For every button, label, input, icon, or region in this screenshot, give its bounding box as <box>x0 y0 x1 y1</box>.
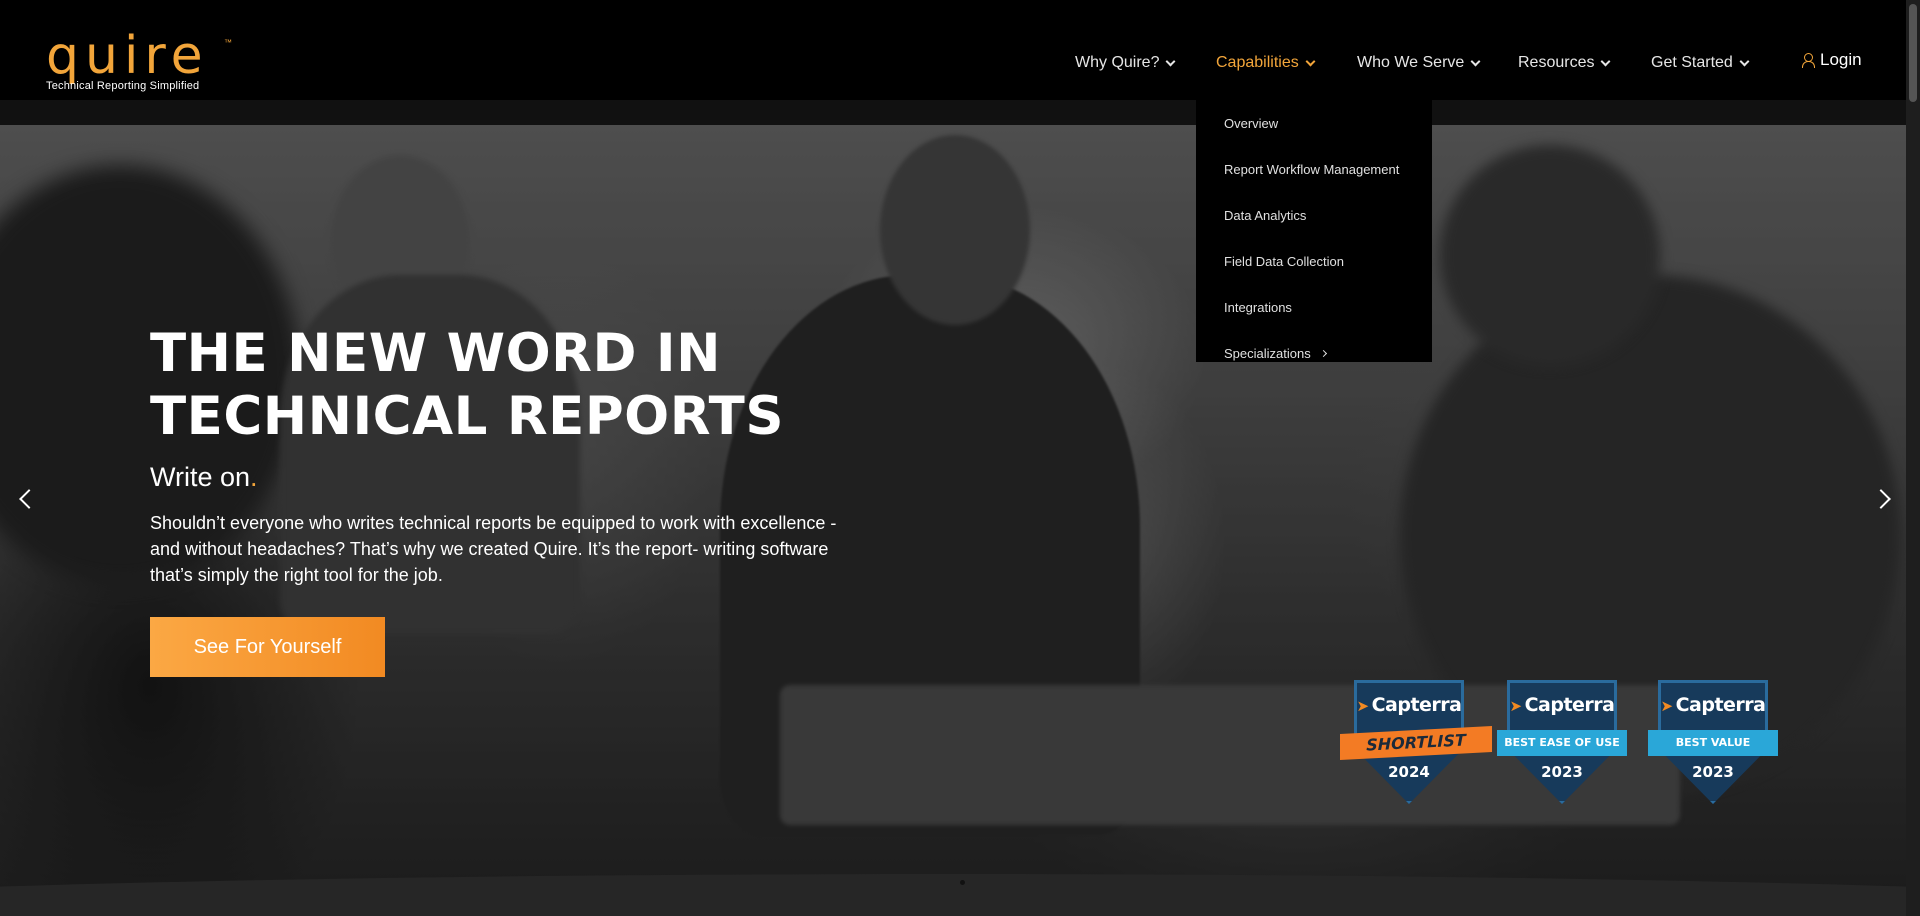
user-icon <box>1802 53 1815 68</box>
nav-get-started[interactable]: Get Started <box>1651 52 1750 74</box>
capterra-arrow-icon: ➤ <box>1509 697 1523 715</box>
chevron-down-icon <box>1470 56 1481 66</box>
dropdown-item-label: Field Data Collection <box>1224 253 1344 269</box>
chevron-right-icon <box>1319 349 1327 357</box>
badge-year: 2023 <box>1692 763 1734 781</box>
hero-description: Shouldn’t everyone who writes technical … <box>150 513 837 585</box>
nav-label: Capabilities <box>1216 54 1299 71</box>
scrollbar-thumb[interactable] <box>1909 4 1917 102</box>
logo-wordmark: quire <box>46 26 209 86</box>
dropdown-item-label: Overview <box>1224 115 1279 131</box>
dropdown-item-integrations[interactable]: Integrations <box>1196 284 1432 330</box>
chevron-down-icon <box>1305 56 1316 66</box>
logo-trademark: ™ <box>224 38 232 47</box>
quire-logo[interactable]: quire ™ Technical Reporting Simplified <box>46 26 236 92</box>
login-label: Login <box>1820 50 1862 69</box>
dropdown-item-field-data-collection[interactable]: Field Data Collection <box>1196 238 1432 284</box>
page-scrollbar[interactable] <box>1906 0 1920 916</box>
badge-year: 2023 <box>1541 763 1583 781</box>
dropdown-item-specializations[interactable]: Specializations <box>1196 330 1432 376</box>
badge-brand: ➤ Capterra <box>1660 694 1766 716</box>
dropdown-item-label: Report Workflow Management <box>1224 161 1400 177</box>
nav-label: Resources <box>1518 54 1595 71</box>
dropdown-item-label: Data Analytics <box>1224 207 1307 223</box>
capabilities-dropdown-menu: Overview Report Workflow Management Data… <box>1196 92 1432 362</box>
badge-ribbon: BEST EASE OF USE <box>1497 730 1627 756</box>
hero-subtitle: Write on. <box>150 462 258 493</box>
chevron-down-icon <box>1601 56 1611 66</box>
nav-label: Why Quire? <box>1075 54 1160 71</box>
slider-dot[interactable] <box>960 880 965 885</box>
capterra-shortlist-badge: ➤ Capterra SHORTLIST 2024 <box>1340 680 1492 804</box>
nav-label: Who We Serve <box>1357 54 1465 71</box>
hero-title-line-2: TECHNICAL REPORTS <box>150 386 784 447</box>
login-link[interactable]: Login <box>1802 50 1862 70</box>
hero-title: THE NEW WORD IN TECHNICAL REPORTS <box>150 322 850 448</box>
nav-label: Get Started <box>1651 54 1733 71</box>
nav-resources[interactable]: Resources <box>1518 52 1611 74</box>
capterra-best-value-badge: ➤ Capterra BEST VALUE 2023 <box>1648 680 1778 804</box>
badge-brand: ➤ Capterra <box>1509 694 1615 716</box>
dropdown-item-label: Specializations <box>1224 345 1311 361</box>
dropdown-item-overview[interactable]: Overview <box>1196 100 1432 146</box>
dropdown-item-data-analytics[interactable]: Data Analytics <box>1196 192 1432 238</box>
badge-brand: ➤ Capterra <box>1356 694 1462 716</box>
capterra-arrow-icon: ➤ <box>1356 697 1370 715</box>
nav-capabilities[interactable]: Capabilities <box>1216 52 1316 74</box>
chevron-down-icon <box>1739 56 1750 66</box>
site-header: quire ™ Technical Reporting Simplified W… <box>0 0 1906 100</box>
badge-year: 2024 <box>1388 763 1430 781</box>
hero-subtitle-text: Write on <box>150 462 251 492</box>
hero-subtitle-dot: . <box>250 462 258 492</box>
see-for-yourself-button[interactable]: See For Yourself <box>150 617 385 677</box>
nav-who-we-serve[interactable]: Who We Serve <box>1357 52 1481 74</box>
capterra-arrow-icon: ➤ <box>1660 697 1674 715</box>
chevron-down-icon <box>1166 56 1176 66</box>
hero-title-line-1: THE NEW WORD IN <box>150 323 721 384</box>
capterra-best-ease-of-use-badge: ➤ Capterra BEST EASE OF USE 2023 <box>1497 680 1627 804</box>
badge-ribbon: BEST VALUE <box>1648 730 1778 756</box>
nav-why-quire[interactable]: Why Quire? <box>1075 52 1176 74</box>
dropdown-item-label: Integrations <box>1224 299 1292 315</box>
dropdown-item-report-workflow-management[interactable]: Report Workflow Management <box>1196 146 1432 192</box>
